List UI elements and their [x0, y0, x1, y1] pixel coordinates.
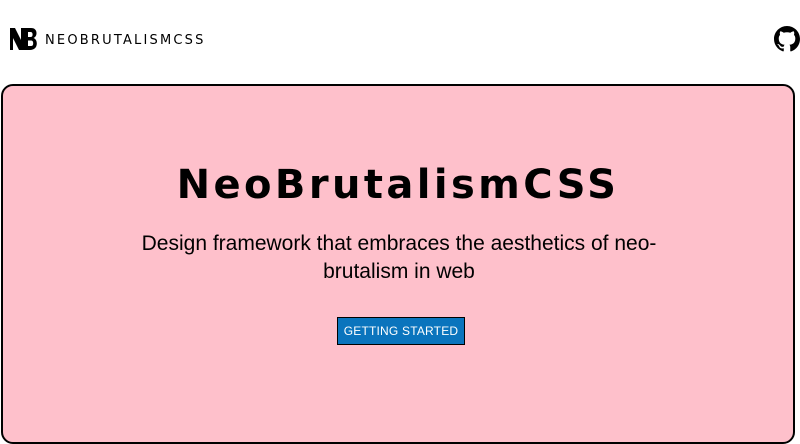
github-link[interactable]	[774, 26, 800, 52]
hero-section: NeoBrutalismCSS Design framework that em…	[1, 84, 795, 444]
top-navbar: NEOBRUTALISMCSS	[0, 0, 800, 80]
github-icon	[774, 26, 800, 52]
hero-title: NeoBrutalismCSS	[176, 162, 620, 208]
nb-logo-icon	[10, 28, 37, 50]
getting-started-button[interactable]: GETTING STARTED	[337, 317, 465, 345]
brand-link[interactable]: NEOBRUTALISMCSS	[9, 27, 206, 51]
hero-subtitle: Design framework that embraces the aesth…	[141, 232, 657, 283]
brand-name: NEOBRUTALISMCSS	[45, 33, 206, 48]
